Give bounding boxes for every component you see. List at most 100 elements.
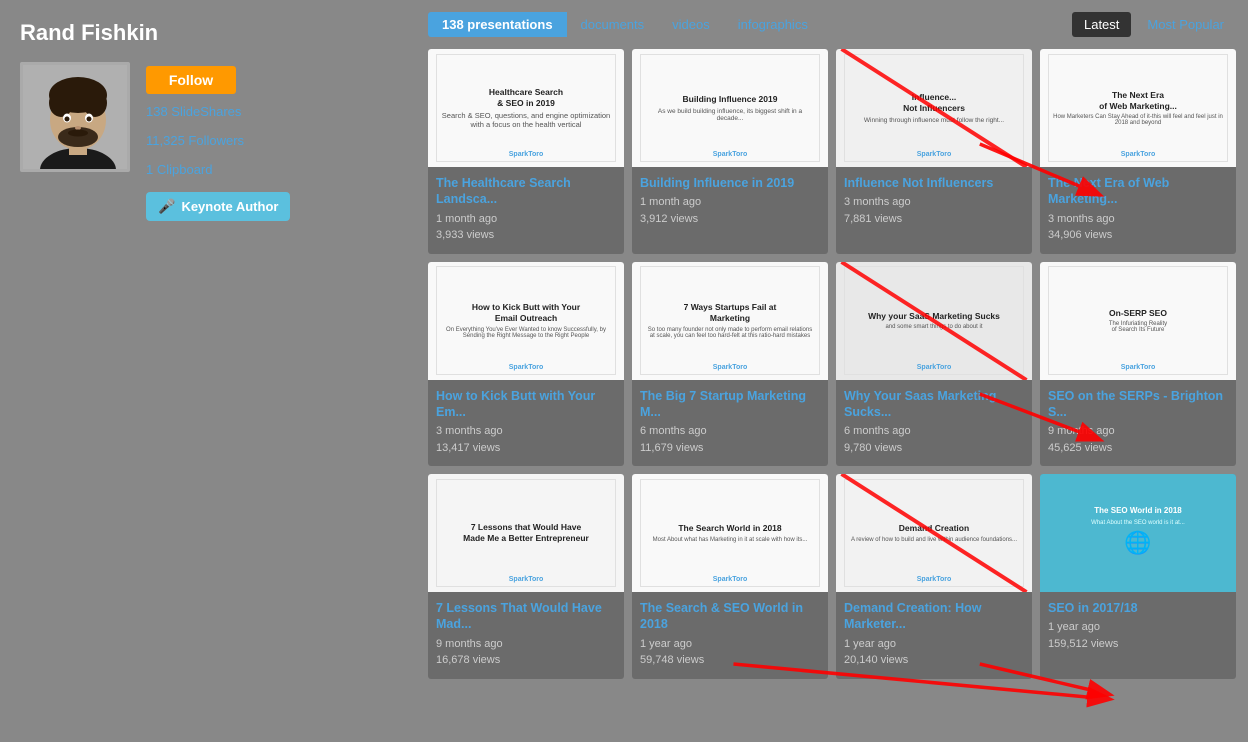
card-meta: 3 months ago7,881 views bbox=[836, 194, 1032, 227]
sort-group: Latest Most Popular bbox=[1072, 12, 1236, 37]
thumb-text: Demand Creation bbox=[851, 523, 1017, 534]
card-title[interactable]: How to Kick Butt with Your Em... bbox=[428, 388, 624, 424]
followers-link[interactable]: 11,325 Followers bbox=[146, 131, 290, 152]
card-big7-startup: 7 Ways Startups Fail atMarketing So too … bbox=[632, 262, 828, 467]
keynote-icon: 🎤 bbox=[158, 198, 175, 215]
card-thumb-kickbutt[interactable]: How to Kick Butt with YourEmail Outreach… bbox=[428, 262, 624, 380]
card-title[interactable]: SEO on the SERPs - Brighton S... bbox=[1040, 388, 1236, 424]
sort-most-popular[interactable]: Most Popular bbox=[1135, 12, 1236, 37]
card-title[interactable]: The Next Era of Web Marketing... bbox=[1040, 175, 1236, 211]
spark-logo: SparkToro bbox=[917, 364, 952, 371]
card-saas-sucks: Why your SaaS Marketing Sucks and some s… bbox=[836, 262, 1032, 467]
spark-logo: SparkToro bbox=[917, 576, 952, 583]
tab-presentations[interactable]: 138 presentations bbox=[428, 12, 567, 37]
tab-group: 138 presentations documents videos infog… bbox=[428, 12, 822, 37]
sort-latest[interactable]: Latest bbox=[1072, 12, 1131, 37]
thumb-text: The SEO World in 2018 bbox=[1091, 506, 1185, 516]
card-thumb-nextweb[interactable]: The Next Eraof Web Marketing... How Mark… bbox=[1040, 49, 1236, 167]
thumb-text: The Next Eraof Web Marketing... bbox=[1053, 90, 1223, 112]
avatar bbox=[20, 62, 130, 172]
tab-documents[interactable]: documents bbox=[567, 12, 659, 37]
thumb-inner: The SEO World in 2018 What About the SEO… bbox=[1048, 479, 1228, 588]
profile-row: Follow 138 SlideShares 11,325 Followers … bbox=[20, 62, 400, 221]
card-title[interactable]: Demand Creation: How Marketer... bbox=[836, 600, 1032, 636]
clipboard-link[interactable]: 1 Clipboard bbox=[146, 160, 290, 181]
card-title[interactable]: The Healthcare Search Landsca... bbox=[428, 175, 624, 211]
card-meta: 1 month ago3,912 views bbox=[632, 194, 828, 227]
card-title[interactable]: Influence Not Influencers bbox=[836, 175, 1032, 194]
card-7-lessons: 7 Lessons that Would HaveMade Me a Bette… bbox=[428, 474, 624, 679]
card-thumb-7lessons[interactable]: 7 Lessons that Would HaveMade Me a Bette… bbox=[428, 474, 624, 592]
card-thumb-searchworld[interactable]: The Search World in 2018 Most About what… bbox=[632, 474, 828, 592]
thumb-inner: 7 Lessons that Would HaveMade Me a Bette… bbox=[436, 479, 616, 588]
profile-details: Follow 138 SlideShares 11,325 Followers … bbox=[146, 62, 290, 221]
card-thumb-big7[interactable]: 7 Ways Startups Fail atMarketing So too … bbox=[632, 262, 828, 380]
tab-videos[interactable]: videos bbox=[658, 12, 724, 37]
thumb-inner: 7 Ways Startups Fail atMarketing So too … bbox=[640, 266, 820, 375]
card-title[interactable]: Why Your Saas Marketing Sucks... bbox=[836, 388, 1032, 424]
card-meta: 6 months ago9,780 views bbox=[836, 423, 1032, 456]
sidebar: Rand Fishkin bbox=[0, 0, 420, 742]
main-content: 138 presentations documents videos infog… bbox=[420, 0, 1248, 742]
thumb-text: On-SERP SEO bbox=[1109, 308, 1167, 319]
card-title[interactable]: 7 Lessons That Would Have Mad... bbox=[428, 600, 624, 636]
profile-name: Rand Fishkin bbox=[20, 20, 400, 46]
thumb-text: How to Kick Butt with YourEmail Outreach bbox=[441, 302, 611, 324]
card-meta: 3 months ago34,906 views bbox=[1040, 211, 1236, 244]
card-meta: 6 months ago11,679 views bbox=[632, 423, 828, 456]
spark-logo: SparkToro bbox=[1121, 364, 1156, 371]
card-title[interactable]: The Search & SEO World in 2018 bbox=[632, 600, 828, 636]
card-next-era: The Next Eraof Web Marketing... How Mark… bbox=[1040, 49, 1236, 254]
thumb-text: 7 Lessons that Would HaveMade Me a Bette… bbox=[463, 522, 589, 544]
slideshares-link[interactable]: 138 SlideShares bbox=[146, 102, 290, 123]
spark-logo: SparkToro bbox=[509, 151, 544, 158]
keynote-label: Keynote Author bbox=[181, 199, 278, 214]
presentation-grid: Healthcare Search& SEO in 2019 Search & … bbox=[428, 49, 1236, 679]
thumb-inner: Healthcare Search& SEO in 2019 Search & … bbox=[436, 54, 616, 163]
card-thumb-healthcare[interactable]: Healthcare Search& SEO in 2019 Search & … bbox=[428, 49, 624, 167]
card-title[interactable]: SEO in 2017/18 bbox=[1040, 600, 1236, 619]
thumb-text: Why your SaaS Marketing Sucks bbox=[868, 311, 1000, 322]
card-meta: 1 year ago20,140 views bbox=[836, 636, 1032, 669]
thumb-text: Healthcare Search& SEO in 2019 bbox=[442, 87, 610, 109]
card-influence-not: Influence...Not Influencers Winning thro… bbox=[836, 49, 1032, 254]
spark-logo: SparkToro bbox=[917, 151, 952, 158]
thumb-inner: Why your SaaS Marketing Sucks and some s… bbox=[844, 266, 1024, 375]
card-meta: 9 months ago45,625 views bbox=[1040, 423, 1236, 456]
card-thumb-saas[interactable]: Why your SaaS Marketing Sucks and some s… bbox=[836, 262, 1032, 380]
card-meta: 1 year ago159,512 views bbox=[1040, 619, 1236, 652]
thumb-inner: The Search World in 2018 Most About what… bbox=[640, 479, 820, 588]
spark-logo: SparkToro bbox=[713, 151, 748, 158]
thumb-inner: Demand Creation A review of how to build… bbox=[844, 479, 1024, 588]
spark-logo: SparkToro bbox=[509, 576, 544, 583]
tab-infographics[interactable]: infographics bbox=[724, 12, 822, 37]
thumb-inner: How to Kick Butt with YourEmail Outreach… bbox=[436, 266, 616, 375]
thumb-inner: On-SERP SEO The Infuriating Realityof Se… bbox=[1048, 266, 1228, 375]
card-seo-2017: The SEO World in 2018 What About the SEO… bbox=[1040, 474, 1236, 679]
card-thumb-serp[interactable]: On-SERP SEO The Infuriating Realityof Se… bbox=[1040, 262, 1236, 380]
card-kick-butt: How to Kick Butt with YourEmail Outreach… bbox=[428, 262, 624, 467]
thumb-inner: Building Influence 2019 As we build buil… bbox=[640, 54, 820, 163]
thumb-inner: Influence...Not Influencers Winning thro… bbox=[844, 54, 1024, 163]
card-serp-seo: On-SERP SEO The Infuriating Realityof Se… bbox=[1040, 262, 1236, 467]
spark-logo: SparkToro bbox=[713, 364, 748, 371]
card-thumb-influence[interactable]: Influence...Not Influencers Winning thro… bbox=[836, 49, 1032, 167]
thumb-text: 7 Ways Startups Fail atMarketing bbox=[645, 302, 815, 324]
card-meta: 1 month ago3,933 views bbox=[428, 211, 624, 244]
card-title[interactable]: Building Influence in 2019 bbox=[632, 175, 828, 194]
spark-logo: SparkToro bbox=[713, 576, 748, 583]
follow-button[interactable]: Follow bbox=[146, 66, 236, 94]
card-thumb-seo2017[interactable]: The SEO World in 2018 What About the SEO… bbox=[1040, 474, 1236, 592]
card-thumb-demand[interactable]: Demand Creation A review of how to build… bbox=[836, 474, 1032, 592]
card-meta: 9 months ago16,678 views bbox=[428, 636, 624, 669]
top-nav: 138 presentations documents videos infog… bbox=[428, 12, 1236, 37]
spark-logo: SparkToro bbox=[1121, 151, 1156, 158]
card-meta: 3 months ago13,417 views bbox=[428, 423, 624, 456]
card-building-influence: Building Influence 2019 As we build buil… bbox=[632, 49, 828, 254]
card-demand-creation: Demand Creation A review of how to build… bbox=[836, 474, 1032, 679]
grid-wrapper: Healthcare Search& SEO in 2019 Search & … bbox=[428, 49, 1236, 679]
keynote-button[interactable]: 🎤 Keynote Author bbox=[146, 192, 290, 221]
thumb-text: Influence...Not Influencers bbox=[864, 92, 1004, 114]
card-title[interactable]: The Big 7 Startup Marketing M... bbox=[632, 388, 828, 424]
card-thumb-building[interactable]: Building Influence 2019 As we build buil… bbox=[632, 49, 828, 167]
